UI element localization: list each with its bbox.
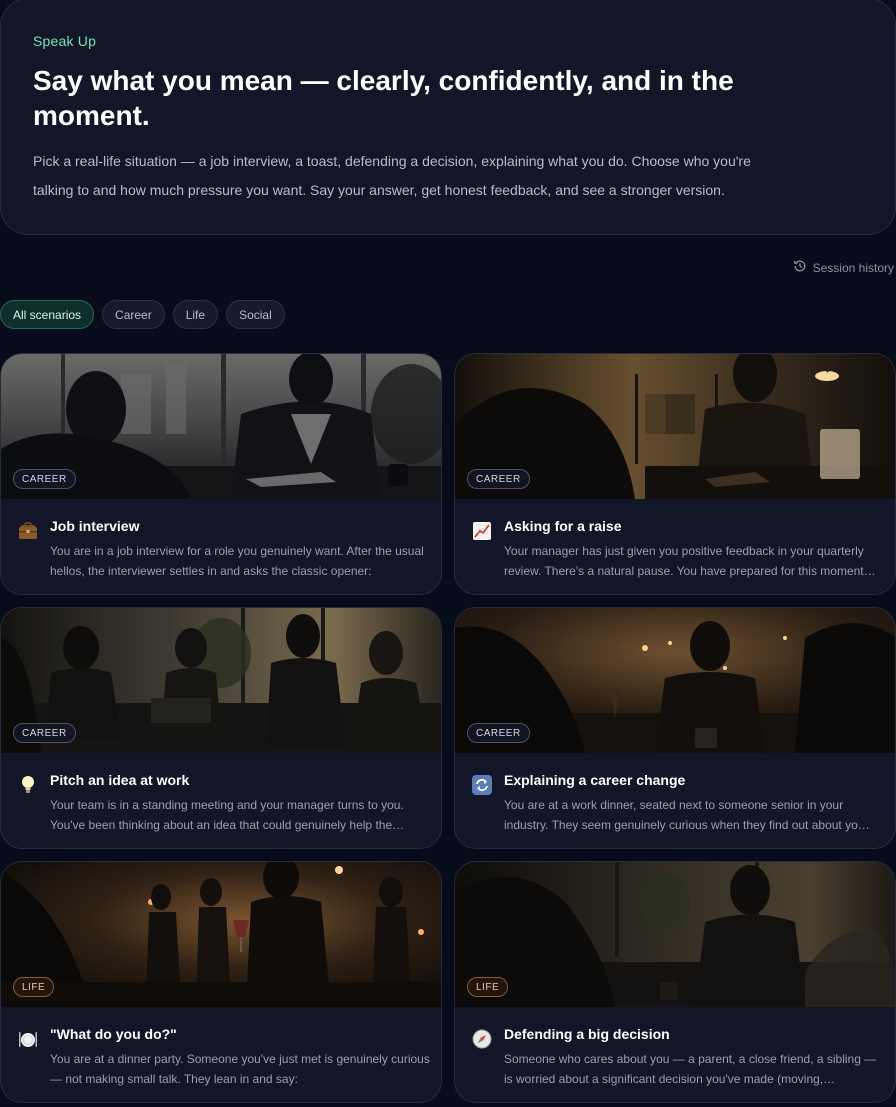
compass-icon (471, 1028, 493, 1050)
scenario-card-job-interview[interactable]: CAREER Job interview You are in a job in… (0, 353, 442, 595)
filter-all-scenarios[interactable]: All scenarios (0, 300, 95, 329)
session-history-link[interactable]: Session history (793, 259, 894, 276)
scenario-card-defending-a-decision[interactable]: LIFE Defending a big decision Someone wh… (454, 861, 896, 1103)
plate-icon (17, 1028, 39, 1050)
chart-increasing-icon (471, 520, 493, 542)
scenario-title: Pitch an idea at work (50, 772, 190, 788)
scenario-photo: CAREER (455, 608, 895, 753)
scenario-title: "What do you do?" (50, 1026, 177, 1042)
scenario-card-pitch-an-idea[interactable]: CAREER Pitch an idea at work Your team i… (0, 607, 442, 849)
app-eyebrow: Speak Up (33, 33, 97, 49)
refresh-icon (471, 774, 493, 796)
scenario-description: You are in a job interview for a role yo… (50, 544, 424, 578)
lightbulb-icon (17, 774, 39, 796)
scenario-photo: CAREER (455, 354, 895, 499)
filter-bar: All scenarios Career Life Social (0, 300, 285, 329)
scenario-tag: CAREER (13, 469, 76, 489)
filter-social[interactable]: Social (226, 300, 285, 329)
hero-panel: Speak Up Say what you mean — clearly, co… (0, 0, 896, 235)
scenario-photo: CAREER (1, 354, 441, 499)
scenario-photo: LIFE (1, 862, 441, 1007)
scenario-tag: LIFE (13, 977, 55, 997)
scenario-tag: CAREER (467, 723, 530, 743)
scenario-tag: LIFE (467, 977, 509, 997)
scenario-photo: CAREER (1, 608, 441, 753)
filter-career[interactable]: Career (102, 300, 165, 329)
scenario-card-explaining-career-change[interactable]: CAREER Explaining a career change You ar… (454, 607, 896, 849)
scenario-title: Explaining a career change (504, 772, 686, 788)
scenario-card-asking-for-a-raise[interactable]: CAREER Asking for a raise Your manager h… (454, 353, 896, 595)
scenario-tag: CAREER (467, 469, 530, 489)
filter-life[interactable]: Life (172, 300, 219, 329)
scenario-title: Asking for a raise (504, 518, 622, 534)
scenario-description: Your team is in a standing meeting and y… (50, 798, 405, 832)
scenario-description: Your manager has just given you positive… (504, 544, 876, 578)
scenario-description: You are at a dinner party. Someone you'v… (50, 1052, 430, 1086)
scenario-description: You are at a work dinner, seated next to… (504, 798, 870, 832)
intro-text: Pick a real-life situation — a job inter… (33, 153, 751, 198)
scenario-card-what-do-you-do[interactable]: LIFE "What do you do?" You are at a dinn… (0, 861, 442, 1103)
briefcase-icon (17, 520, 39, 542)
scenario-title: Defending a big decision (504, 1026, 670, 1042)
page-title: Say what you mean — clearly, confidently… (33, 65, 734, 131)
history-icon (793, 259, 807, 276)
scenario-photo: LIFE (455, 862, 895, 1007)
scenario-title: Job interview (50, 518, 140, 534)
scenario-tag: CAREER (13, 723, 76, 743)
scenario-description: Someone who cares about you — a parent, … (504, 1052, 877, 1086)
session-history-label: Session history (812, 260, 894, 275)
